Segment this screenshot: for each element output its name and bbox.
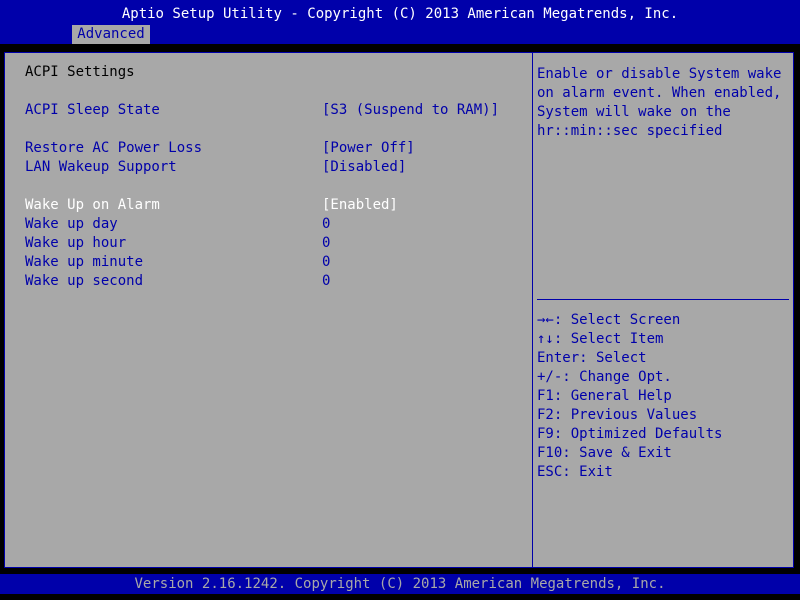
- panel-divider-vertical: [532, 53, 533, 567]
- key-select-screen: →←: Select Screen: [537, 312, 681, 328]
- key-enter: Enter: Select: [537, 350, 647, 366]
- setting-wake-up-day-label[interactable]: Wake up day: [25, 215, 118, 234]
- setting-wake-up-on-alarm-value[interactable]: [Enabled]: [322, 196, 398, 215]
- title-bar: Aptio Setup Utility - Copyright (C) 2013…: [0, 0, 800, 44]
- key-legend: →←: Select Screen ↑↓: Select Item Enter:…: [537, 311, 722, 482]
- help-divider-horizontal: [537, 299, 789, 300]
- setting-wake-up-second-value[interactable]: 0: [322, 272, 330, 291]
- setting-wake-up-hour-value[interactable]: 0: [322, 234, 330, 253]
- setting-restore-ac-power-loss-value[interactable]: [Power Off]: [322, 139, 415, 158]
- setting-wake-up-hour-label[interactable]: Wake up hour: [25, 234, 126, 253]
- key-f9: F9: Optimized Defaults: [537, 426, 723, 442]
- setting-lan-wakeup-support-value[interactable]: [Disabled]: [322, 158, 406, 177]
- key-change-opt: +/-: Change Opt.: [537, 369, 672, 385]
- key-esc: ESC: Exit: [537, 464, 613, 480]
- setting-wake-up-minute-value[interactable]: 0: [322, 253, 330, 272]
- help-line: Enable or disable System wake: [537, 66, 782, 82]
- key-f2: F2: Previous Values: [537, 407, 698, 423]
- setting-wake-up-day-value[interactable]: 0: [322, 215, 330, 234]
- key-f1: F1: General Help: [537, 388, 672, 404]
- footer-version: Version 2.16.1242. Copyright (C) 2013 Am…: [0, 574, 800, 594]
- tab-advanced[interactable]: Advanced: [72, 25, 150, 44]
- setting-wake-up-on-alarm-label[interactable]: Wake Up on Alarm: [25, 196, 160, 215]
- help-line: hr::min::sec specified: [537, 123, 723, 139]
- help-line: System will wake on the: [537, 104, 731, 120]
- key-f10: F10: Save & Exit: [537, 445, 672, 461]
- help-line: on alarm event. When enabled,: [537, 85, 782, 101]
- setting-restore-ac-power-loss-label[interactable]: Restore AC Power Loss: [25, 139, 202, 158]
- setting-wake-up-second-label[interactable]: Wake up second: [25, 272, 143, 291]
- setting-acpi-sleep-state-value[interactable]: [S3 (Suspend to RAM)]: [322, 101, 499, 120]
- setting-acpi-sleep-state-label[interactable]: ACPI Sleep State: [25, 101, 160, 120]
- setting-wake-up-minute-label[interactable]: Wake up minute: [25, 253, 143, 272]
- settings-panel: ACPI Settings ACPI Sleep State [S3 (Susp…: [4, 52, 794, 568]
- key-select-item: ↑↓: Select Item: [537, 331, 664, 347]
- help-text: Enable or disable System wake on alarm e…: [537, 65, 781, 141]
- setting-lan-wakeup-support-label[interactable]: LAN Wakeup Support: [25, 158, 177, 177]
- app-title: Aptio Setup Utility - Copyright (C) 2013…: [121, 6, 679, 22]
- section-title: ACPI Settings: [25, 64, 135, 80]
